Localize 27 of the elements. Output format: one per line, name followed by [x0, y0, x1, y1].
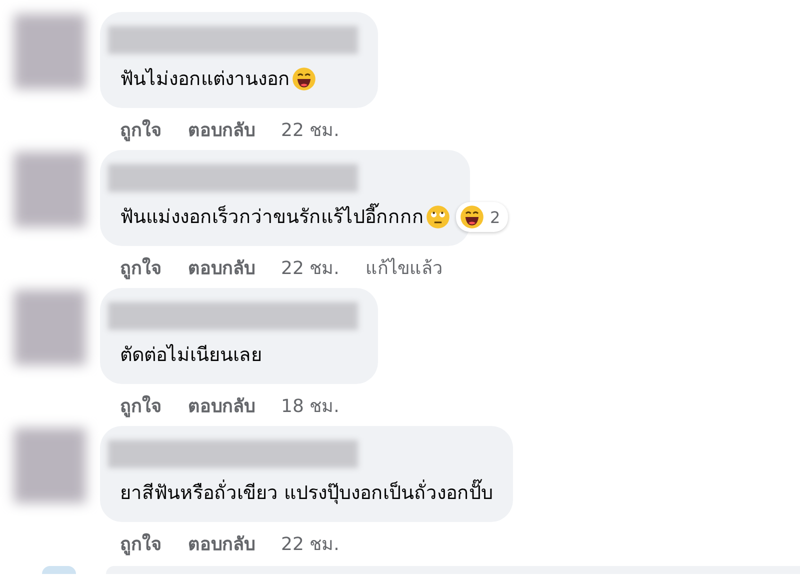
avatar-placeholder[interactable] [14, 290, 86, 365]
avatar-placeholder [42, 566, 76, 574]
avatar-placeholder[interactable] [14, 152, 86, 227]
avatar-placeholder[interactable] [14, 428, 86, 503]
comment-text: ฟันแม่งงอกเร็วกว่าขนรักแร้ไปอี๊กกกก [120, 202, 424, 232]
like-link[interactable]: ถูกใจ [120, 390, 162, 420]
reply-link[interactable]: ตอบกลับ [188, 528, 255, 558]
laughing-emoji-icon [292, 67, 316, 91]
comment-text: ฟันไม่งอกแต่งานงอก [120, 67, 290, 92]
like-link[interactable]: ถูกใจ [120, 252, 162, 282]
reply-link[interactable]: ตอบกลับ [188, 252, 255, 282]
comment-text: ยาสีฟันหรือถั่วเขียว แปรงปุ๊บงอกเป็นถั่วงอกปั๊บ [120, 478, 494, 508]
edited-label: แก้ไขแล้ว [365, 256, 442, 280]
like-link[interactable]: ถูกใจ [120, 114, 162, 144]
rolling-eyes-emoji-icon [426, 205, 450, 229]
comment-text: ตัดต่อไม่เนียนเลย [120, 343, 262, 368]
avatar-placeholder[interactable] [14, 14, 86, 89]
laughing-emoji-icon [460, 205, 484, 229]
reply-link[interactable]: ตอบกลับ [188, 114, 255, 144]
timestamp[interactable]: 22 ชม. [281, 114, 340, 144]
like-link[interactable]: ถูกใจ [120, 528, 162, 558]
reaction-count: 2 [490, 208, 500, 226]
reply-link[interactable]: ตอบกลับ [188, 390, 255, 420]
timestamp[interactable]: 18 ชม. [281, 390, 340, 420]
timestamp[interactable]: 22 ชม. [281, 252, 340, 282]
timestamp[interactable]: 22 ชม. [281, 528, 340, 558]
reaction-badge[interactable]: 2 [456, 202, 508, 232]
